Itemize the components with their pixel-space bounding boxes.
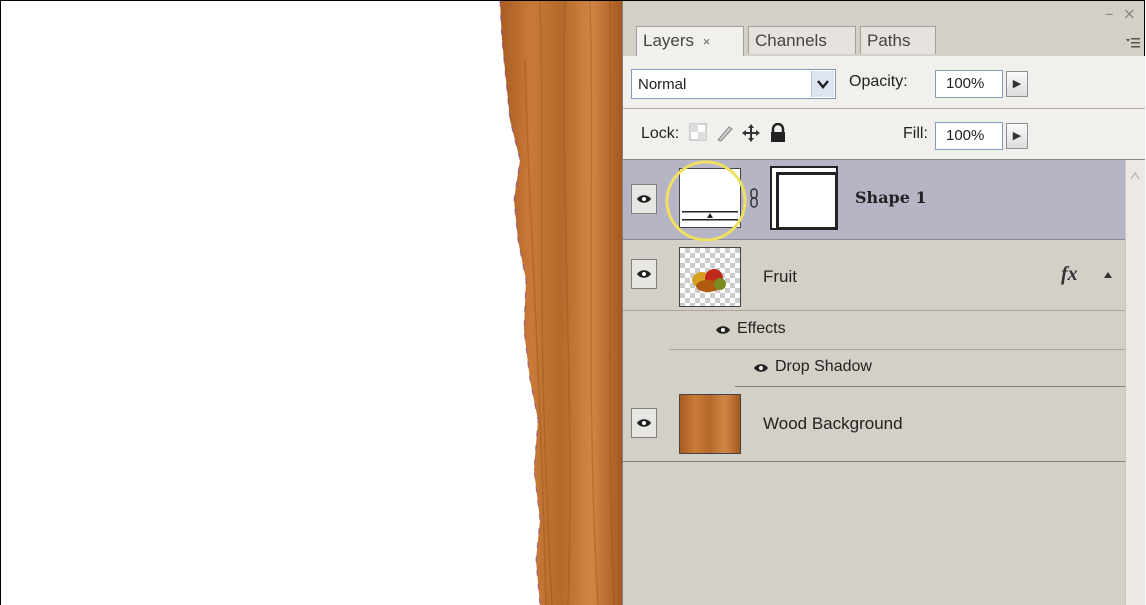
opacity-input[interactable]: 100% xyxy=(935,70,1003,98)
link-chain-icon[interactable] xyxy=(749,188,759,208)
wood-thumbnail xyxy=(679,394,741,454)
fruit-thumbnail xyxy=(679,247,741,307)
eye-icon[interactable] xyxy=(753,363,769,373)
layer-effects-fx-icon[interactable]: fx xyxy=(1061,263,1078,286)
opacity-label: Opacity: xyxy=(849,73,908,90)
lock-options-row: Lock: Fill: 100% ▶ xyxy=(623,109,1145,160)
collapse-effects-arrow-icon[interactable] xyxy=(1103,271,1113,279)
lock-position-move-icon[interactable] xyxy=(741,123,761,147)
vector-mask-thumbnail[interactable] xyxy=(770,166,838,230)
layer-visibility-toggle[interactable] xyxy=(631,259,657,289)
eye-icon xyxy=(637,419,651,427)
lock-pixels-brush-icon[interactable] xyxy=(715,123,735,147)
layer-visibility-toggle[interactable] xyxy=(631,184,657,214)
tab-channels[interactable]: Channels xyxy=(748,26,856,54)
eye-icon xyxy=(637,195,651,203)
layer-name[interactable]: Wood Background xyxy=(763,414,903,434)
fill-label: Fill: xyxy=(903,125,928,142)
blend-options-row: Normal Opacity: 100% ▶ xyxy=(623,56,1145,109)
tab-close-icon[interactable]: × xyxy=(703,34,711,49)
highlight-circle xyxy=(665,160,747,242)
blend-mode-select[interactable]: Normal xyxy=(631,69,836,99)
chevron-down-icon[interactable] xyxy=(811,71,834,97)
tab-paths[interactable]: Paths xyxy=(860,26,936,54)
panel-window-controls[interactable]: – × xyxy=(1106,6,1139,22)
eye-icon xyxy=(637,270,651,278)
opacity-slider-button[interactable]: ▶ xyxy=(1006,71,1028,97)
layer-name[interactable]: Fruit xyxy=(763,267,797,287)
layer-name[interactable]: Shape 1 xyxy=(855,188,927,207)
tab-layers[interactable]: Layers × xyxy=(636,26,744,56)
layer-effects-row[interactable]: Effects xyxy=(669,312,1125,350)
layer-row-shape-1[interactable]: Shape 1 xyxy=(623,160,1125,242)
fill-slider-button[interactable]: ▶ xyxy=(1006,123,1028,149)
layer-visibility-toggle[interactable] xyxy=(631,408,657,438)
layer-effect-drop-shadow-row[interactable]: Drop Shadow xyxy=(735,351,1125,387)
layers-list: Shape 1 Fruit fx Effects Drop Shadow Woo… xyxy=(623,160,1145,605)
layer-row-fruit[interactable]: Fruit fx xyxy=(623,241,1125,311)
tab-label: Paths xyxy=(867,31,911,50)
drop-shadow-label: Drop Shadow xyxy=(775,358,872,375)
tab-label: Layers xyxy=(643,31,695,50)
lock-transparent-icon[interactable] xyxy=(689,123,707,145)
tab-label: Channels xyxy=(755,31,827,50)
lock-all-icon[interactable] xyxy=(769,122,787,147)
layers-panel: – × Layers × Channels Paths Normal Opaci… xyxy=(622,1,1145,605)
eye-icon[interactable] xyxy=(715,325,731,335)
layers-scrollbar[interactable] xyxy=(1125,160,1145,605)
effects-label: Effects xyxy=(737,320,786,337)
lock-label: Lock: xyxy=(641,125,680,142)
panel-menu-icon[interactable] xyxy=(1126,37,1140,53)
fill-input[interactable]: 100% xyxy=(935,122,1003,150)
blend-mode-value: Normal xyxy=(638,76,687,93)
layer-row-wood-background[interactable]: Wood Background xyxy=(623,388,1125,462)
scroll-up-arrow-icon[interactable] xyxy=(1130,172,1140,180)
